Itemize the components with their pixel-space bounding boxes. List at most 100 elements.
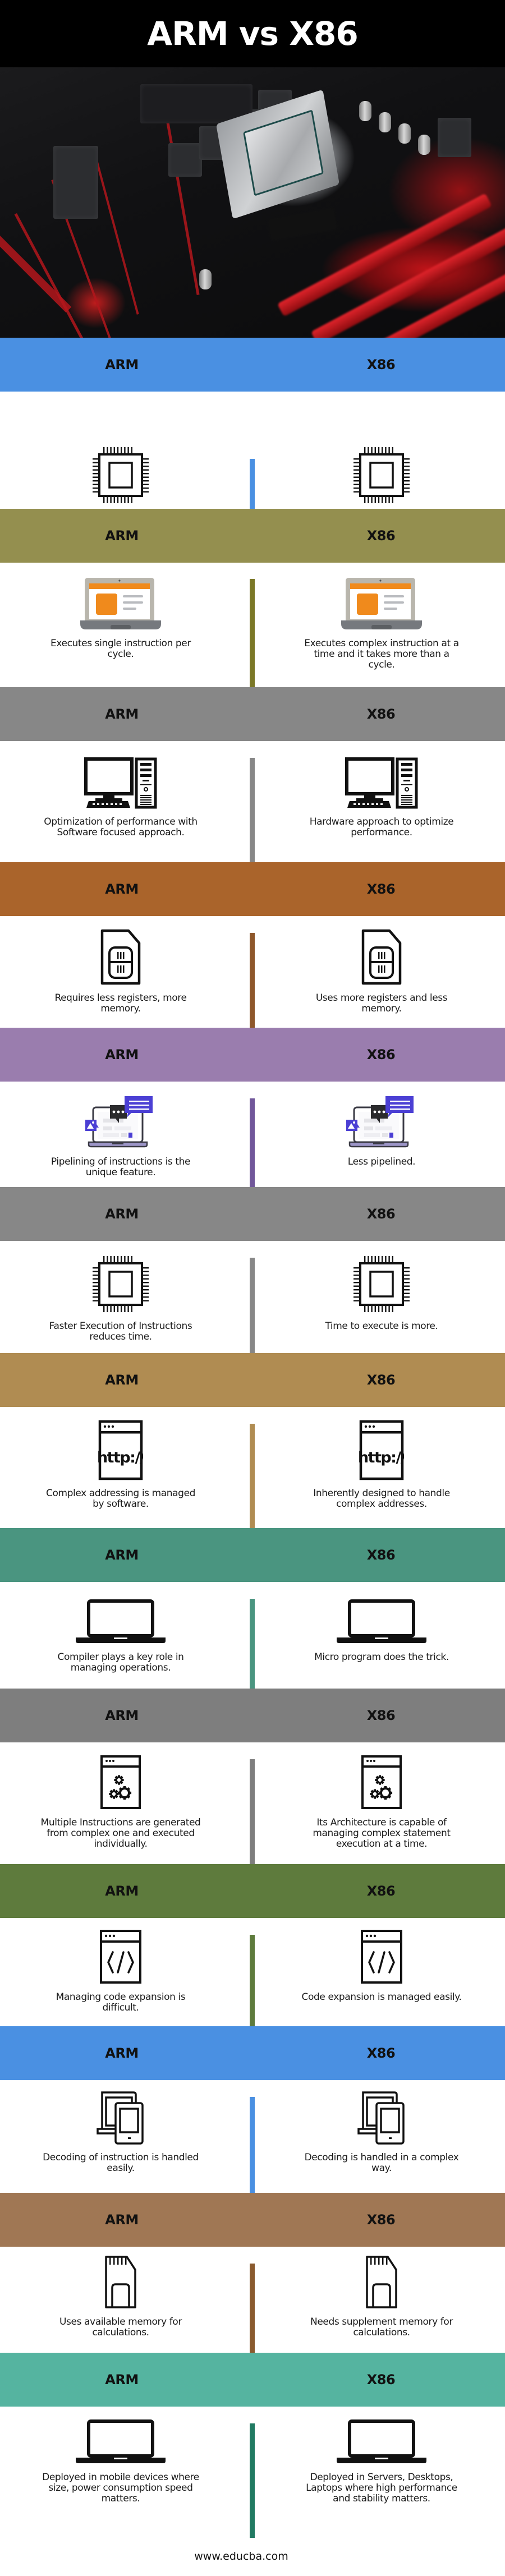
browser-http-icon: http://: [98, 1420, 143, 1480]
sim-card-icon: [361, 929, 402, 985]
column-label-x86: X86: [366, 1708, 396, 1723]
arm-description: Uses available memory for calculations.: [59, 2316, 182, 2338]
x86-description: Decoding is handled in a complex way.: [304, 2152, 459, 2174]
column-header-band: ARM X86: [0, 2026, 505, 2080]
footer-url[interactable]: www.educba.com: [0, 2550, 483, 2563]
x86-cell: Needs supplement memory for calculations…: [264, 2255, 499, 2338]
x86-description: Less pipelined.: [347, 1156, 416, 1167]
arm-cell: Multiple Instructions are generated from…: [3, 1755, 238, 1850]
column-label-x86: X86: [366, 706, 396, 722]
x86-cell: Less pipelined.: [264, 1095, 499, 1167]
capacitor: [398, 123, 411, 144]
arm-cell: Compiler plays a key role in managing op…: [3, 1599, 238, 1673]
desktop-computer-icon: [345, 757, 418, 809]
sim-card-icon: [100, 929, 141, 985]
column-label-arm: ARM: [105, 1883, 139, 1899]
circuit-trace: [93, 151, 139, 315]
laptop-webpage-icon: [79, 577, 162, 631]
laptop-chat-icon: [345, 1095, 418, 1149]
column-divider: [250, 758, 255, 862]
arm-description: Deployed in mobile devices where size, p…: [42, 2472, 199, 2504]
arm-description: Optimization of performance with Softwar…: [44, 816, 198, 838]
column-label-x86: X86: [366, 528, 396, 544]
column-divider: [250, 459, 255, 509]
capacitor: [359, 101, 371, 121]
column-label-arm: ARM: [105, 1206, 139, 1222]
arm-description: Multiple Instructions are generated from…: [40, 1817, 201, 1850]
laptop-icon: [336, 2419, 428, 2464]
column-divider: [250, 933, 255, 1028]
x86-cell: Executes complex instruction at a time a…: [264, 577, 499, 670]
arm-cell: Optimization of performance with Softwar…: [3, 757, 238, 838]
x86-cell: Uses more registers and less memory.: [264, 929, 499, 1014]
x86-description: Uses more registers and less memory.: [315, 992, 448, 1014]
column-label-x86: X86: [366, 1372, 396, 1388]
column-divider: [250, 1258, 255, 1353]
column-divider: [250, 1098, 255, 1187]
circuit-trace: [14, 213, 96, 338]
arm-description: Faster Execution of Instructions reduces…: [49, 1321, 192, 1342]
column-divider: [250, 2097, 255, 2193]
browser-gears-icon: [361, 1755, 402, 1810]
arm-cell: Deployed in mobile devices where size, p…: [3, 2419, 238, 2504]
x86-cell: Micro program does the trick.: [264, 1599, 499, 1663]
desktop-computer-icon: [84, 757, 157, 809]
x86-description: Needs supplement memory for calculations…: [310, 2316, 453, 2338]
x86-cell: http:// Inherently designed to handle com…: [264, 1420, 499, 1510]
x86-description: Executes complex instruction at a time a…: [304, 638, 459, 670]
arm-cell: Faster Execution of Instructions reduces…: [3, 1255, 238, 1342]
column-label-arm: ARM: [105, 528, 139, 544]
column-header-band: ARM X86: [0, 687, 505, 741]
arm-description: Executes single instruction per cycle.: [50, 638, 191, 660]
capacitor: [418, 135, 430, 155]
x86-cell: Deployed in Servers, Desktops, Laptops w…: [264, 2419, 499, 2504]
x86-cell: Code expansion is managed easily.: [264, 1929, 499, 2003]
capacitor: [379, 112, 391, 132]
arm-cell: Managing code expansion is difficult.: [3, 1929, 238, 2013]
column-divider: [250, 2423, 255, 2538]
column-header-band: ARM X86: [0, 2353, 505, 2407]
column-header-band: ARM X86: [0, 1353, 505, 1407]
arm-cell: Decoding of instruction is handled easil…: [3, 2091, 238, 2174]
browser-code-icon: [99, 1929, 142, 1984]
column-divider: [250, 579, 255, 687]
sd-card-icon: [365, 2255, 398, 2309]
circuit-trace: [0, 236, 72, 313]
column-header-band: ARM X86: [0, 509, 505, 563]
column-label-x86: X86: [366, 357, 396, 372]
svg-text:http://: http://: [359, 1449, 404, 1466]
column-label-arm: ARM: [105, 357, 139, 372]
x86-cell: Time to execute is more.: [264, 1255, 499, 1332]
x86-description: Hardware approach to optimize performanc…: [309, 816, 454, 838]
column-label-arm: ARM: [105, 2045, 139, 2061]
browser-gears-icon: [100, 1755, 141, 1810]
column-header-band: ARM X86: [0, 1028, 505, 1082]
x86-cell: Decoding is handled in a complex way.: [264, 2091, 499, 2174]
column-header-band: ARM X86: [0, 1187, 505, 1241]
x86-description: Its Architecture is capable of managing …: [313, 1817, 451, 1850]
laptop-icon: [75, 2419, 167, 2464]
laptop-icon: [75, 1599, 167, 1644]
column-label-arm: ARM: [105, 1372, 139, 1388]
arm-description: Requires less registers, more memory.: [54, 992, 187, 1014]
power-connector: [53, 146, 98, 219]
column-header-band: ARM X86: [0, 2193, 505, 2247]
x86-cell: Hardware approach to optimize performanc…: [264, 757, 499, 838]
column-divider: [250, 1759, 255, 1864]
arm-cell: http:// Complex addressing is managed by …: [3, 1420, 238, 1510]
column-label-x86: X86: [366, 2372, 396, 2388]
column-label-x86: X86: [366, 1206, 396, 1222]
x86-description: Micro program does the trick.: [314, 1652, 449, 1663]
x86-description: Inherently designed to handle complex ad…: [313, 1488, 450, 1510]
column-label-arm: ARM: [105, 881, 139, 897]
column-label-x86: X86: [366, 1547, 396, 1563]
column-label-arm: ARM: [105, 1047, 139, 1062]
arm-description: Pipelining of instructions is the unique…: [50, 1156, 191, 1178]
column-divider: [250, 1424, 255, 1528]
title-bar: ARM vs X86: [0, 0, 505, 67]
cpu-chip-icon: [90, 1255, 151, 1313]
column-label-x86: X86: [366, 2212, 396, 2228]
column-divider: [250, 1599, 255, 1689]
svg-text:http://: http://: [98, 1449, 143, 1466]
arm-description: Decoding of instruction is handled easil…: [43, 2152, 199, 2174]
